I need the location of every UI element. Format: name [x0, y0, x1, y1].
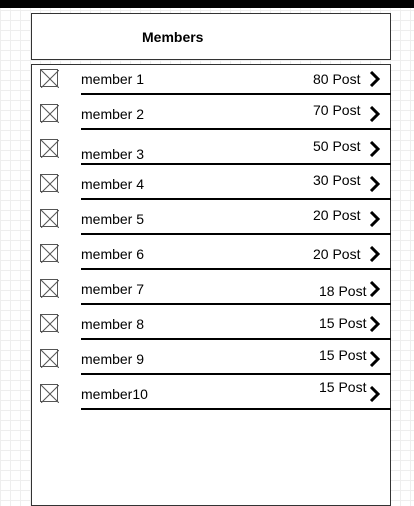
members-header: Members: [31, 13, 391, 60]
member-avatar-placeholder-icon: [40, 174, 59, 193]
member-row[interactable]: member10 15 Post: [32, 379, 390, 418]
member-post-count: 20 Post: [313, 246, 361, 262]
chevron-right-icon[interactable]: [369, 350, 381, 372]
row-divider: [81, 268, 391, 270]
member-avatar-placeholder-icon: [40, 209, 59, 228]
page-title: Members: [142, 29, 204, 45]
member-name: member 9: [81, 351, 145, 367]
member-row[interactable]: member 3 50 Post: [32, 137, 390, 173]
member-row[interactable]: member 9 15 Post: [32, 347, 390, 383]
member-post-count: 18 Post: [319, 283, 367, 299]
top-bar: [0, 0, 414, 8]
member-post-count: 50 Post: [313, 138, 361, 154]
member-avatar-placeholder-icon: [40, 69, 59, 88]
member-row[interactable]: member 5 20 Post: [32, 207, 390, 243]
member-post-count: 20 Post: [313, 207, 361, 223]
member-avatar-placeholder-icon: [40, 104, 59, 123]
members-list: member 1 80 Post member 2 70 Post member 3 50…: [31, 64, 391, 506]
member-post-count: 30 Post: [313, 172, 361, 188]
row-divider: [81, 408, 391, 410]
member-row[interactable]: member 6 20 Post: [32, 242, 390, 278]
member-name: member 2: [81, 106, 145, 122]
chevron-right-icon[interactable]: [369, 105, 381, 127]
member-avatar-placeholder-icon: [40, 279, 59, 298]
member-avatar-placeholder-icon: [40, 384, 59, 403]
member-row[interactable]: member 8 15 Post: [32, 312, 390, 348]
member-name: member 3: [81, 146, 145, 162]
row-divider: [81, 338, 391, 340]
member-avatar-placeholder-icon: [40, 314, 59, 333]
row-divider: [81, 373, 391, 375]
row-divider: [81, 93, 391, 95]
member-post-count: 80 Post: [313, 71, 361, 87]
row-divider: [81, 163, 391, 165]
member-avatar-placeholder-icon: [40, 139, 59, 158]
member-name: member 8: [81, 316, 145, 332]
chevron-right-icon[interactable]: [369, 210, 381, 232]
member-name: member10: [81, 386, 148, 402]
member-avatar-placeholder-icon: [40, 349, 59, 368]
chevron-right-icon[interactable]: [369, 315, 381, 337]
member-post-count: 15 Post: [319, 347, 367, 363]
member-post-count: 15 Post: [319, 379, 367, 395]
member-row[interactable]: member 7 18 Post: [32, 277, 390, 313]
chevron-right-icon[interactable]: [369, 140, 381, 162]
chevron-right-icon[interactable]: [369, 70, 381, 92]
member-name: member 5: [81, 211, 145, 227]
member-row[interactable]: member 2 70 Post: [32, 102, 390, 138]
row-divider: [81, 128, 391, 130]
row-divider: [81, 303, 391, 305]
member-name: member 1: [81, 71, 145, 87]
row-divider: [81, 198, 391, 200]
member-name: member 6: [81, 246, 145, 262]
chevron-right-icon[interactable]: [369, 175, 381, 197]
member-avatar-placeholder-icon: [40, 244, 59, 263]
member-name: member 7: [81, 281, 145, 297]
member-row[interactable]: member 1 80 Post: [32, 67, 390, 103]
member-name: member 4: [81, 176, 145, 192]
member-row[interactable]: member 4 30 Post: [32, 172, 390, 208]
chevron-right-icon[interactable]: [369, 385, 381, 407]
chevron-right-icon[interactable]: [369, 280, 381, 302]
row-divider: [81, 233, 391, 235]
member-post-count: 70 Post: [313, 102, 361, 118]
chevron-right-icon[interactable]: [369, 245, 381, 267]
member-post-count: 15 Post: [319, 315, 367, 331]
